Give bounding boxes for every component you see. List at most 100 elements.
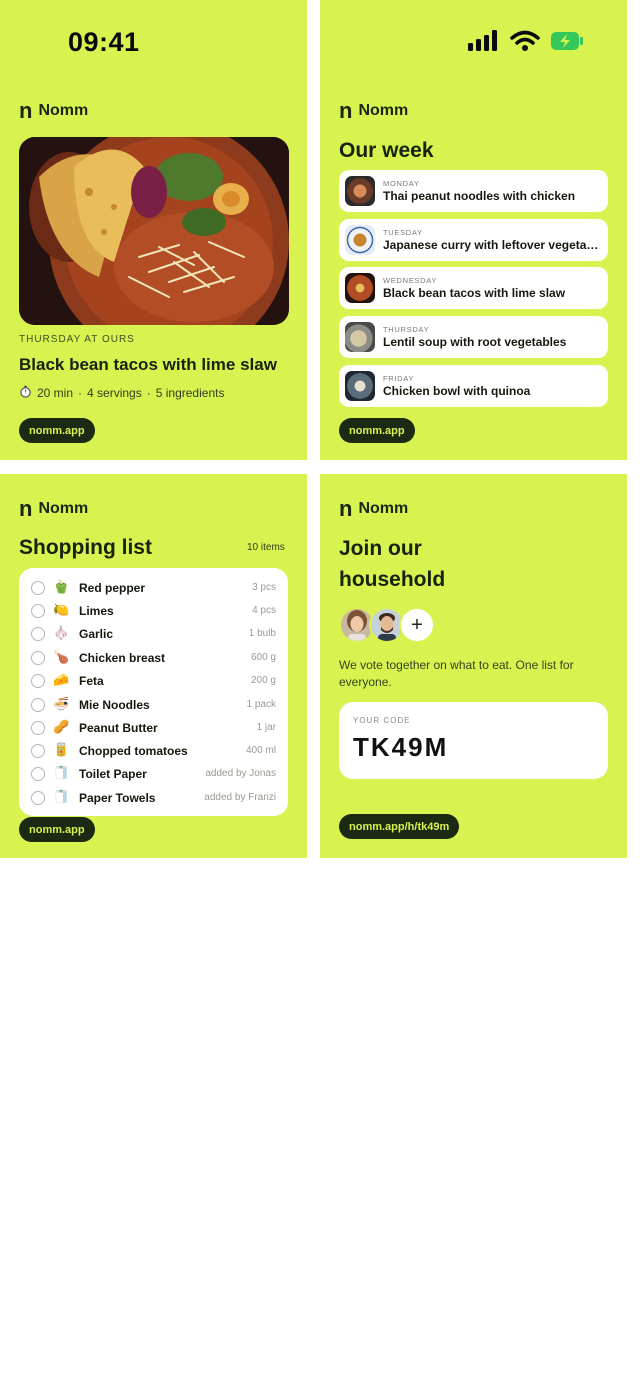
member-avatars: + <box>339 607 435 643</box>
peanut-icon: 🥜 <box>53 719 70 735</box>
recipe-card[interactable]: 09:41 n Nomm THURSDAY AT OURS Black bean… <box>0 0 307 460</box>
week-day: FRIDAY <box>383 373 415 383</box>
shopping-link-pill[interactable]: nomm.app <box>19 817 95 842</box>
brand-name: Nomm <box>38 102 89 119</box>
brand-logo: n Nomm <box>339 496 409 521</box>
item-name: Paper Towels <box>79 790 156 805</box>
week-day: WEDNESDAY <box>383 275 438 285</box>
item-checkbox[interactable] <box>31 720 45 735</box>
toilet-roll-icon: 🧻 <box>53 765 70 781</box>
lemon-icon: 🍋 <box>53 602 70 618</box>
toilet-roll-icon: 🧻 <box>53 789 70 805</box>
item-checkbox[interactable] <box>31 650 45 665</box>
invite-code[interactable]: TK49M <box>353 732 448 763</box>
recipe-title[interactable]: Black bean tacos with lime slaw <box>19 355 277 375</box>
item-checkbox[interactable] <box>31 743 45 758</box>
item-count: 10 items <box>247 542 285 553</box>
recipe-photo <box>19 137 289 325</box>
stopwatch-icon <box>19 385 32 401</box>
item-checkbox[interactable] <box>31 580 45 595</box>
item-checkbox[interactable] <box>31 790 45 805</box>
bell-pepper-icon: 🫑 <box>53 579 70 595</box>
list-item[interactable]: 🧻 Toilet Paper added by Jonas <box>19 762 288 785</box>
list-item[interactable]: 🍗 Chicken breast 600 g <box>19 646 288 669</box>
brand-logo: n Nomm <box>19 496 88 521</box>
list-item[interactable]: 🧀 Feta 200 g <box>19 669 288 692</box>
item-checkbox[interactable] <box>31 673 45 688</box>
item-name: Chicken breast <box>79 650 166 665</box>
list-item[interactable]: 🧄 Garlic 1 bulb <box>19 622 288 645</box>
brand-logo: n Nomm <box>339 98 409 123</box>
join-description: We vote together on what to eat. One lis… <box>339 658 574 689</box>
cheese-icon: 🧀 <box>53 672 70 688</box>
join-title-line2: household <box>339 568 446 591</box>
battery-charging-icon <box>550 30 584 57</box>
code-label: YOUR CODE <box>353 716 411 725</box>
add-member-button[interactable]: + <box>399 607 435 643</box>
list-item[interactable]: 🍜 Mie Noodles 1 pack <box>19 693 288 716</box>
week-item-tuesday[interactable]: TUESDAY Japanese curry with leftover veg… <box>339 219 608 261</box>
list-item[interactable]: 🥜 Peanut Butter 1 jar <box>19 716 288 739</box>
shopping-card: n Nomm Shopping list 10 items 🫑 Red pepp… <box>0 474 307 858</box>
item-qty: 1 bulb <box>248 628 276 639</box>
item-name: Garlic <box>79 626 114 641</box>
meta-separator: · <box>78 386 83 400</box>
recipe-eyebrow: THURSDAY AT OURS <box>19 334 135 345</box>
join-card: n Nomm Join our household + We vote toge… <box>320 474 627 858</box>
week-dish: Black bean tacos with lime slaw <box>383 285 566 300</box>
join-title-line1: Join our <box>339 537 422 560</box>
week-item-monday[interactable]: MONDAY Thai peanut noodles with chicken <box>339 170 608 212</box>
item-qty: 600 g <box>250 652 276 663</box>
item-checkbox[interactable] <box>31 626 45 641</box>
wifi-icon <box>510 30 540 57</box>
recipe-ingredients: 5 ingredients <box>155 386 225 400</box>
item-qty: 200 g <box>250 675 276 686</box>
item-checkbox[interactable] <box>31 603 45 618</box>
dish-thumbnail <box>345 371 375 401</box>
item-name: Limes <box>79 603 114 618</box>
item-name: Toilet Paper <box>79 766 147 781</box>
list-item[interactable]: 🍋 Limes 4 pcs <box>19 599 288 622</box>
item-qty: 3 pcs <box>252 582 276 593</box>
week-dish: Thai peanut noodles with chicken <box>383 188 576 203</box>
item-name: Chopped tomatoes <box>79 743 188 758</box>
meta-separator: · <box>146 386 151 400</box>
cellular-signal-icon <box>468 30 500 57</box>
brand-logo: n Nomm <box>19 98 89 123</box>
week-day: TUESDAY <box>383 227 423 237</box>
dish-thumbnail <box>345 176 375 206</box>
week-dish: Lentil soup with root vegetables <box>383 334 567 349</box>
week-day: THURSDAY <box>383 324 430 334</box>
week-item-wednesday[interactable]: WEDNESDAY Black bean tacos with lime sla… <box>339 267 608 309</box>
recipe-link-pill[interactable]: nomm.app <box>19 418 95 443</box>
brand-mark: n <box>19 496 33 521</box>
list-item[interactable]: 🫑 Red pepper 3 pcs <box>19 576 288 599</box>
dish-thumbnail <box>345 273 375 303</box>
brand-mark: n <box>339 496 353 521</box>
garlic-icon: 🧄 <box>53 625 70 641</box>
week-link-pill[interactable]: nomm.app <box>339 418 415 443</box>
status-time: 09:41 <box>68 27 140 57</box>
brand-mark: n <box>19 98 33 123</box>
recipe-meta: 20 min · 4 servings · 5 ingredients <box>19 385 224 401</box>
recipe-time: 20 min <box>37 386 74 400</box>
item-checkbox[interactable] <box>31 766 45 781</box>
noodles-icon: 🍜 <box>53 696 70 712</box>
item-added-by: added by Franzi <box>204 792 276 803</box>
week-title: Our week <box>339 139 434 162</box>
item-qty: 400 ml <box>245 745 276 756</box>
join-link-pill[interactable]: nomm.app/h/tk49m <box>339 814 460 839</box>
item-checkbox[interactable] <box>31 697 45 712</box>
week-item-friday[interactable]: FRIDAY Chicken bowl with quinoa <box>339 365 608 407</box>
dish-thumbnail <box>345 225 375 255</box>
brand-name: Nomm <box>358 102 409 119</box>
list-item[interactable]: 🧻 Paper Towels added by Franzi <box>19 786 288 809</box>
brand-name: Nomm <box>358 500 409 517</box>
brand-mark: n <box>339 98 353 123</box>
item-name: Feta <box>79 673 104 688</box>
status-icons <box>468 30 584 57</box>
invite-code-box[interactable]: YOUR CODE TK49M <box>339 702 608 779</box>
week-item-thursday[interactable]: THURSDAY Lentil soup with root vegetable… <box>339 316 608 358</box>
list-item[interactable]: 🥫 Chopped tomatoes 400 ml <box>19 739 288 762</box>
chicken-leg-icon: 🍗 <box>53 649 70 665</box>
